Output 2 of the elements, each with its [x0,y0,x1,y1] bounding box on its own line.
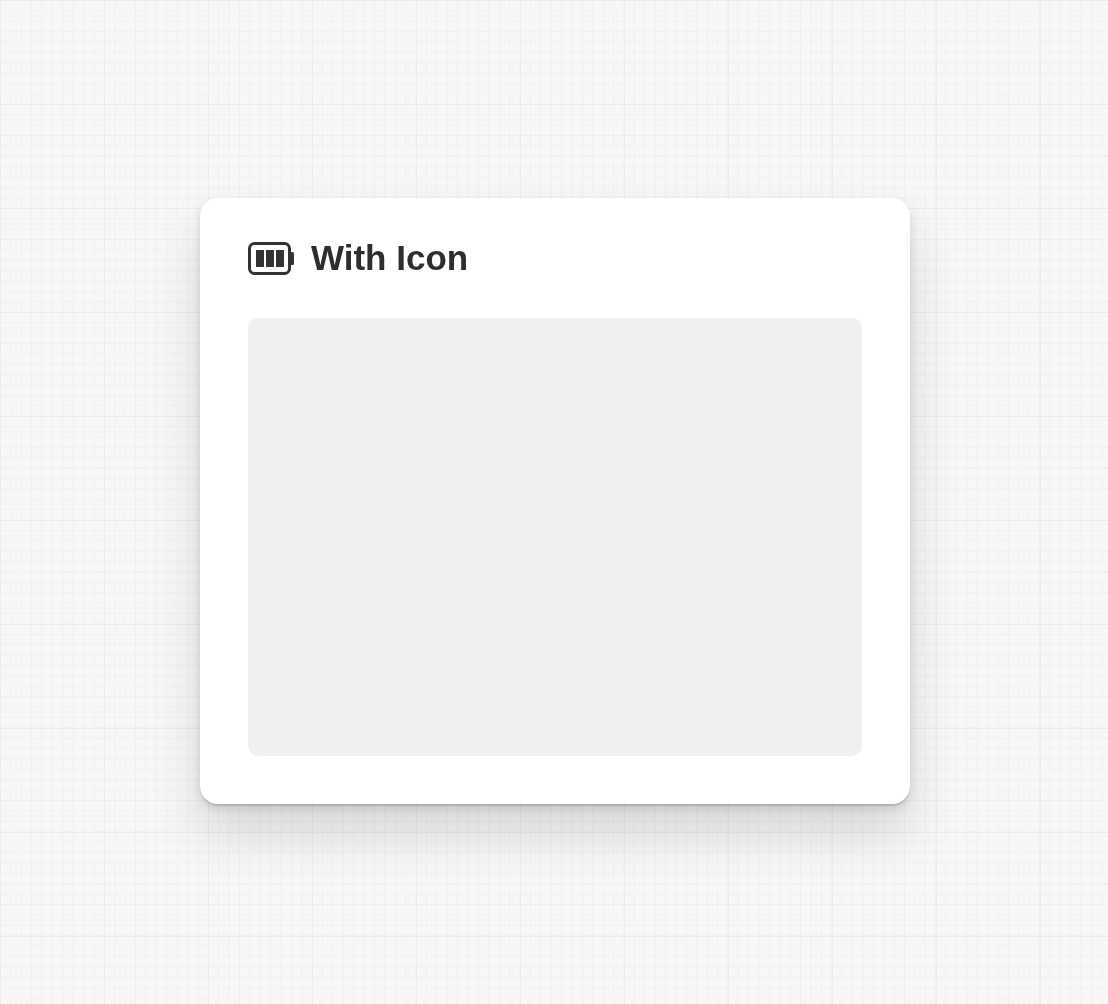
battery-icon [248,241,295,275]
card-title: With Icon [311,238,469,278]
